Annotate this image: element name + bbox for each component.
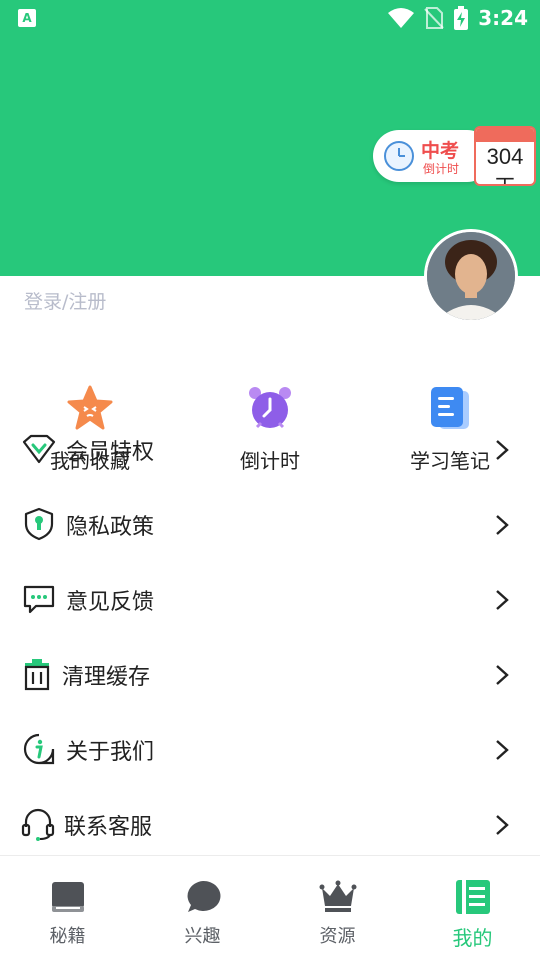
headset-icon [21, 808, 55, 841]
profile-list-icon [455, 880, 490, 914]
chevron-right-icon [496, 515, 509, 535]
trash-icon [24, 659, 50, 691]
clock-icon [384, 141, 414, 171]
shield-icon [24, 507, 54, 541]
chevron-right-icon [496, 665, 509, 685]
app-notification-icon: A [18, 9, 36, 27]
chevron-right-icon [496, 740, 509, 760]
info-icon [23, 733, 55, 765]
no-sim-icon [424, 7, 444, 29]
menu-item-vip[interactable]: 会员特权 [0, 412, 540, 487]
countdown-days-calendar[interactable]: 304天 [474, 126, 536, 186]
feedback-chat-icon [23, 585, 55, 614]
tab-label: 我的 [452, 926, 493, 950]
menu-item-about[interactable]: 关于我们 [0, 712, 540, 787]
menu-item-label: 意见反馈 [66, 590, 155, 615]
menu-item-label: 隐私政策 [66, 515, 155, 540]
vip-diamond-icon [22, 434, 56, 464]
book-icon [51, 882, 84, 912]
countdown-title: 中考 [421, 140, 460, 162]
tab-label: 资源 [319, 926, 356, 947]
avatar-photo [427, 232, 515, 320]
menu-item-feedback[interactable]: 意见反馈 [0, 562, 540, 637]
menu-item-label: 联系客服 [64, 815, 153, 840]
tab-interests[interactable]: 兴趣 [135, 856, 270, 960]
avatar[interactable] [424, 229, 518, 323]
crown-icon [319, 880, 356, 912]
tab-mine[interactable]: 我的 [405, 856, 540, 960]
status-icons: 3:24 [388, 4, 528, 32]
chevron-right-icon [496, 440, 509, 460]
bottom-tab-bar: 秘籍 兴趣 资源 我的 [0, 855, 540, 960]
menu-item-privacy[interactable]: 隐私政策 [0, 487, 540, 562]
wifi-icon [388, 8, 415, 28]
tab-secrets[interactable]: 秘籍 [0, 856, 135, 960]
tab-resources[interactable]: 资源 [270, 856, 405, 960]
status-time: 3:24 [478, 6, 528, 30]
countdown-days: 304天 [486, 144, 524, 184]
chevron-right-icon [496, 815, 509, 835]
menu-item-label: 关于我们 [66, 740, 155, 765]
menu-item-contact[interactable]: 联系客服 [0, 787, 540, 862]
chevron-right-icon [496, 590, 509, 610]
menu-item-label: 会员特权 [66, 440, 155, 465]
tab-label: 秘籍 [49, 926, 86, 947]
calendar-header [476, 128, 534, 142]
chat-bubble-icon [187, 880, 220, 912]
menu-item-clear-cache[interactable]: 清理缓存 [0, 637, 540, 712]
countdown-subtitle: 倒计时 [423, 162, 460, 176]
menu-item-label: 清理缓存 [62, 665, 151, 690]
login-register-link[interactable]: 登录/注册 [24, 287, 106, 314]
tab-label: 兴趣 [184, 926, 221, 947]
status-bar: A 3:24 [0, 0, 540, 36]
battery-charging-icon [454, 6, 469, 30]
